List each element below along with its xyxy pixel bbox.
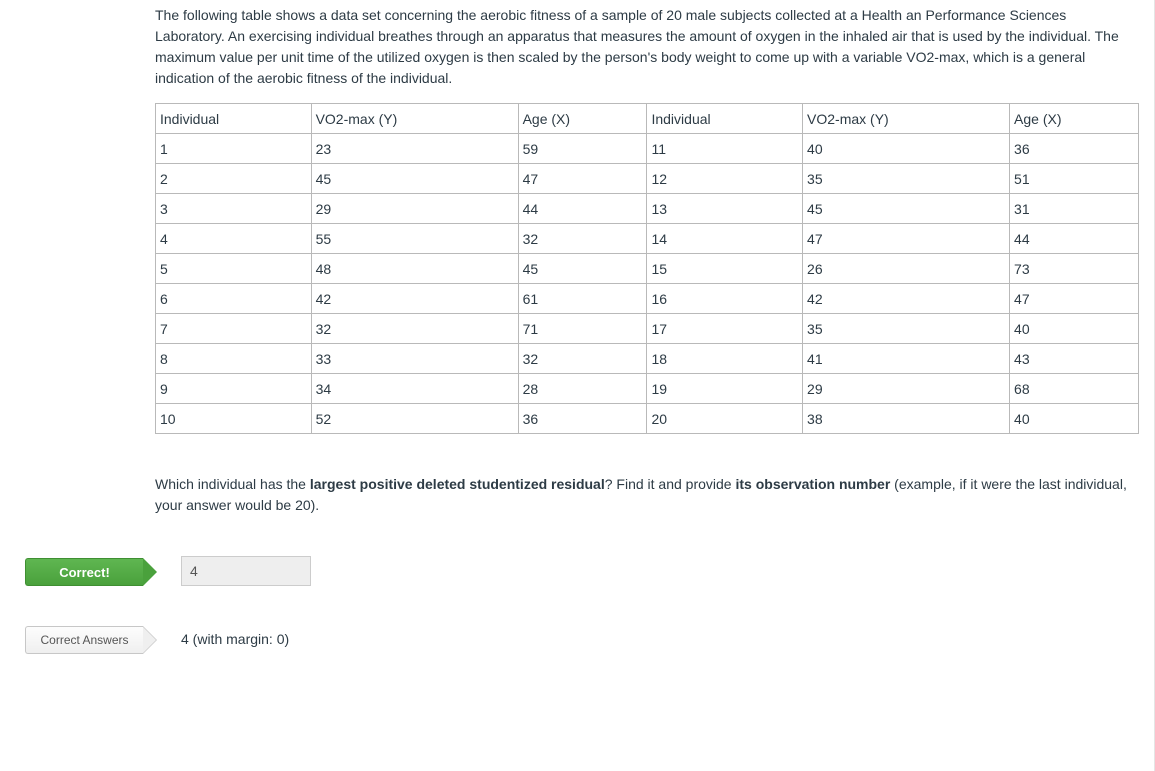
- table-row: 45532144744: [156, 224, 1139, 254]
- table-cell: 51: [1010, 164, 1139, 194]
- table-row: 93428192968: [156, 374, 1139, 404]
- table-cell: 5: [156, 254, 312, 284]
- question-text: Which individual has the largest positiv…: [155, 474, 1139, 516]
- col-header: Age (X): [518, 104, 647, 134]
- col-header: VO2-max (Y): [803, 104, 1010, 134]
- table-cell: 3: [156, 194, 312, 224]
- table-header-row: Individual VO2-max (Y) Age (X) Individua…: [156, 104, 1139, 134]
- table-row: 64261164247: [156, 284, 1139, 314]
- table-cell: 45: [518, 254, 647, 284]
- correct-answer-text: 4 (with margin: 0): [181, 631, 289, 647]
- table-cell: 26: [803, 254, 1010, 284]
- table-cell: 38: [803, 404, 1010, 434]
- question-part: ? Find it and provide: [605, 476, 736, 492]
- col-header: Age (X): [1010, 104, 1139, 134]
- question-bold: its observation number: [735, 476, 890, 492]
- col-header: VO2-max (Y): [311, 104, 518, 134]
- table-cell: 45: [803, 194, 1010, 224]
- question-bold: largest positive deleted studentized res…: [310, 476, 605, 492]
- table-cell: 47: [518, 164, 647, 194]
- table-cell: 71: [518, 314, 647, 344]
- table-row: 73271173540: [156, 314, 1139, 344]
- table-cell: 7: [156, 314, 312, 344]
- table-cell: 6: [156, 284, 312, 314]
- col-header: Individual: [647, 104, 803, 134]
- table-row: 12359114036: [156, 134, 1139, 164]
- table-cell: 59: [518, 134, 647, 164]
- table-cell: 8: [156, 344, 312, 374]
- table-cell: 47: [803, 224, 1010, 254]
- data-table: Individual VO2-max (Y) Age (X) Individua…: [155, 103, 1139, 434]
- table-row: 24547123551: [156, 164, 1139, 194]
- table-cell: 13: [647, 194, 803, 224]
- col-header: Individual: [156, 104, 312, 134]
- correct-answer-row: Correct Answers 4 (with margin: 0): [155, 624, 1139, 664]
- table-cell: 19: [647, 374, 803, 404]
- table-cell: 40: [1010, 404, 1139, 434]
- table-cell: 44: [1010, 224, 1139, 254]
- table-cell: 35: [803, 164, 1010, 194]
- table-cell: 29: [803, 374, 1010, 404]
- table-cell: 1: [156, 134, 312, 164]
- answer-input[interactable]: [181, 556, 311, 586]
- question-part: Which individual has the: [155, 476, 310, 492]
- table-row: 105236203840: [156, 404, 1139, 434]
- table-cell: 12: [647, 164, 803, 194]
- table-cell: 15: [647, 254, 803, 284]
- table-cell: 32: [518, 344, 647, 374]
- table-cell: 40: [803, 134, 1010, 164]
- correct-answers-label: Correct Answers: [40, 633, 128, 647]
- table-cell: 32: [311, 314, 518, 344]
- table-cell: 47: [1010, 284, 1139, 314]
- table-row: 54845152673: [156, 254, 1139, 284]
- table-cell: 23: [311, 134, 518, 164]
- table-cell: 43: [1010, 344, 1139, 374]
- table-cell: 2: [156, 164, 312, 194]
- table-row: 83332184143: [156, 344, 1139, 374]
- table-cell: 10: [156, 404, 312, 434]
- table-cell: 42: [803, 284, 1010, 314]
- table-cell: 28: [518, 374, 647, 404]
- table-row: 32944134531: [156, 194, 1139, 224]
- table-cell: 44: [518, 194, 647, 224]
- table-cell: 17: [647, 314, 803, 344]
- user-answer-row: Correct!: [155, 556, 1139, 596]
- table-cell: 35: [803, 314, 1010, 344]
- table-cell: 55: [311, 224, 518, 254]
- table-cell: 42: [311, 284, 518, 314]
- table-cell: 33: [311, 344, 518, 374]
- table-cell: 32: [518, 224, 647, 254]
- table-cell: 36: [1010, 134, 1139, 164]
- table-cell: 34: [311, 374, 518, 404]
- table-cell: 45: [311, 164, 518, 194]
- question-container: The following table shows a data set con…: [0, 0, 1155, 771]
- table-cell: 52: [311, 404, 518, 434]
- table-cell: 48: [311, 254, 518, 284]
- table-cell: 40: [1010, 314, 1139, 344]
- table-cell: 20: [647, 404, 803, 434]
- table-cell: 4: [156, 224, 312, 254]
- table-cell: 18: [647, 344, 803, 374]
- table-cell: 73: [1010, 254, 1139, 284]
- table-cell: 61: [518, 284, 647, 314]
- question-content: The following table shows a data set con…: [155, 0, 1139, 664]
- correct-answers-tag: Correct Answers: [25, 626, 143, 654]
- table-cell: 29: [311, 194, 518, 224]
- table-cell: 36: [518, 404, 647, 434]
- intro-text: The following table shows a data set con…: [155, 5, 1139, 89]
- table-cell: 11: [647, 134, 803, 164]
- table-cell: 31: [1010, 194, 1139, 224]
- table-cell: 14: [647, 224, 803, 254]
- correct-tag-label: Correct!: [59, 565, 110, 580]
- table-cell: 9: [156, 374, 312, 404]
- table-cell: 41: [803, 344, 1010, 374]
- correct-tag: Correct!: [25, 558, 143, 586]
- table-cell: 68: [1010, 374, 1139, 404]
- table-cell: 16: [647, 284, 803, 314]
